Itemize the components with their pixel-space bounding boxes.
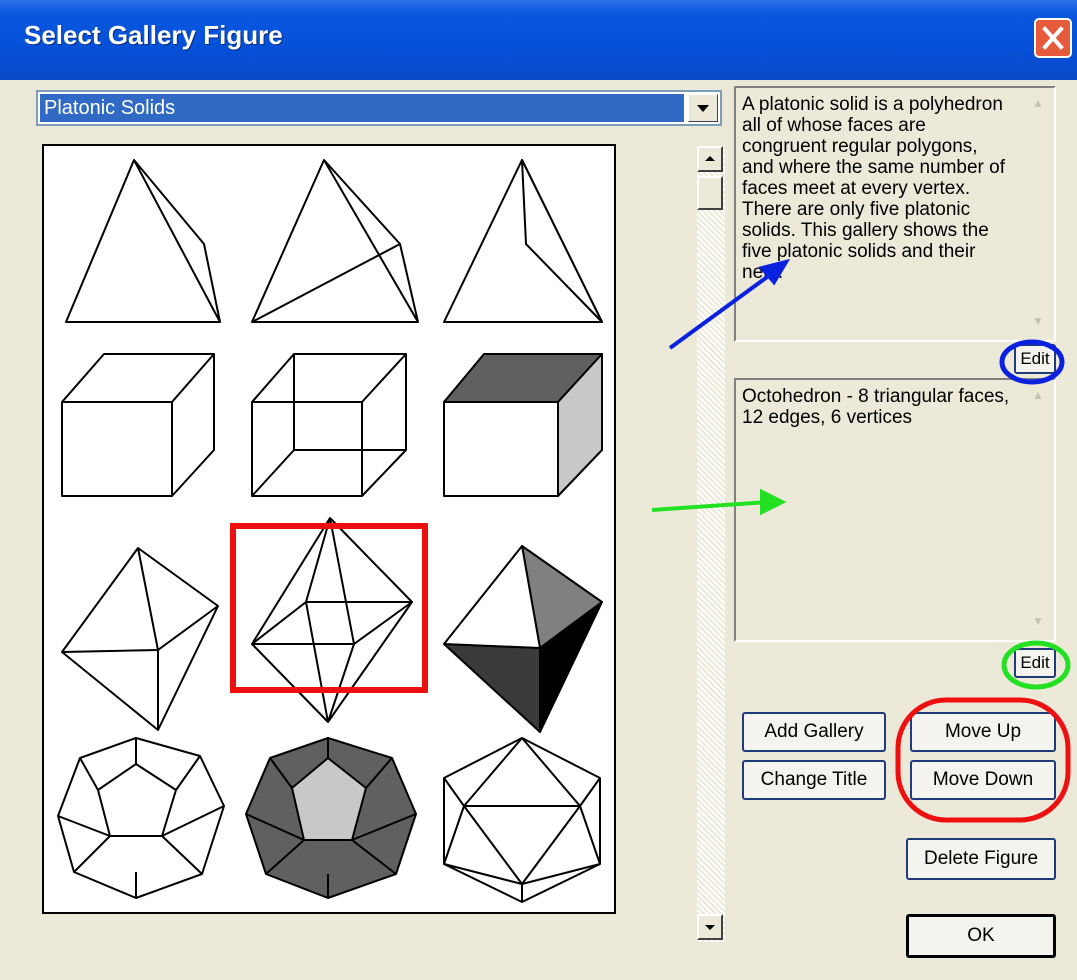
close-icon [1042, 26, 1064, 50]
move-down-button[interactable]: Move Down [910, 760, 1056, 800]
chevron-down-icon [705, 925, 715, 930]
chevron-up-icon: ▲ [1032, 96, 1044, 110]
figure-dodecahedron-shaded[interactable] [245, 737, 417, 899]
edit-figure-button[interactable]: Edit [1014, 648, 1056, 678]
gallery-description-text: A platonic solid is a polyhedron all of … [742, 94, 1005, 283]
gallery-select[interactable]: Platonic Solids [36, 90, 722, 126]
figure-cube[interactable] [61, 353, 215, 497]
change-title-button[interactable]: Change Title [742, 760, 886, 800]
figure-description-box[interactable]: Octohedron - 8 triangular faces, 12 edge… [734, 378, 1056, 642]
window-title: Select Gallery Figure [24, 20, 283, 50]
figure-tetrahedron-hidden-lines[interactable] [251, 159, 419, 323]
figure-octahedron[interactable] [61, 547, 219, 731]
figure-tetrahedron[interactable] [65, 159, 221, 323]
figure-cube-hidden-lines[interactable] [251, 353, 407, 497]
figure-icosahedron[interactable] [443, 737, 601, 903]
chevron-up-icon [705, 156, 715, 161]
chevron-down-icon: ▼ [1032, 614, 1044, 628]
scroll-up-button[interactable] [697, 146, 723, 172]
gallery-select-value: Platonic Solids [40, 94, 684, 122]
chevron-down-icon: ▼ [1032, 314, 1044, 328]
figure-gallery[interactable] [42, 144, 616, 914]
title-bar: Select Gallery Figure [0, 0, 1077, 80]
figure-octahedron-hidden-lines[interactable] [251, 517, 413, 723]
scroll-down-button[interactable] [697, 914, 723, 940]
figure-octahedron-shaded[interactable] [443, 545, 603, 733]
edit-description-button[interactable]: Edit [1014, 344, 1056, 374]
gallery-description-box[interactable]: A platonic solid is a polyhedron all of … [734, 86, 1056, 342]
chevron-up-icon: ▲ [1032, 388, 1044, 402]
ok-button[interactable]: OK [906, 914, 1056, 958]
figure-description-text: Octohedron - 8 triangular faces, 12 edge… [742, 386, 1010, 428]
dropdown-button[interactable] [688, 94, 718, 122]
chevron-down-icon [697, 105, 709, 112]
delete-figure-button[interactable]: Delete Figure [906, 838, 1056, 880]
gallery-scrollbar[interactable] [697, 146, 725, 942]
move-up-button[interactable]: Move Up [910, 712, 1056, 752]
figure-cube-shaded[interactable] [443, 353, 603, 497]
figure-tetrahedron-shaded[interactable] [443, 159, 603, 323]
close-button[interactable] [1034, 18, 1072, 58]
figure-dodecahedron[interactable] [57, 737, 225, 899]
scroll-thumb[interactable] [697, 176, 723, 210]
add-gallery-button[interactable]: Add Gallery [742, 712, 886, 752]
